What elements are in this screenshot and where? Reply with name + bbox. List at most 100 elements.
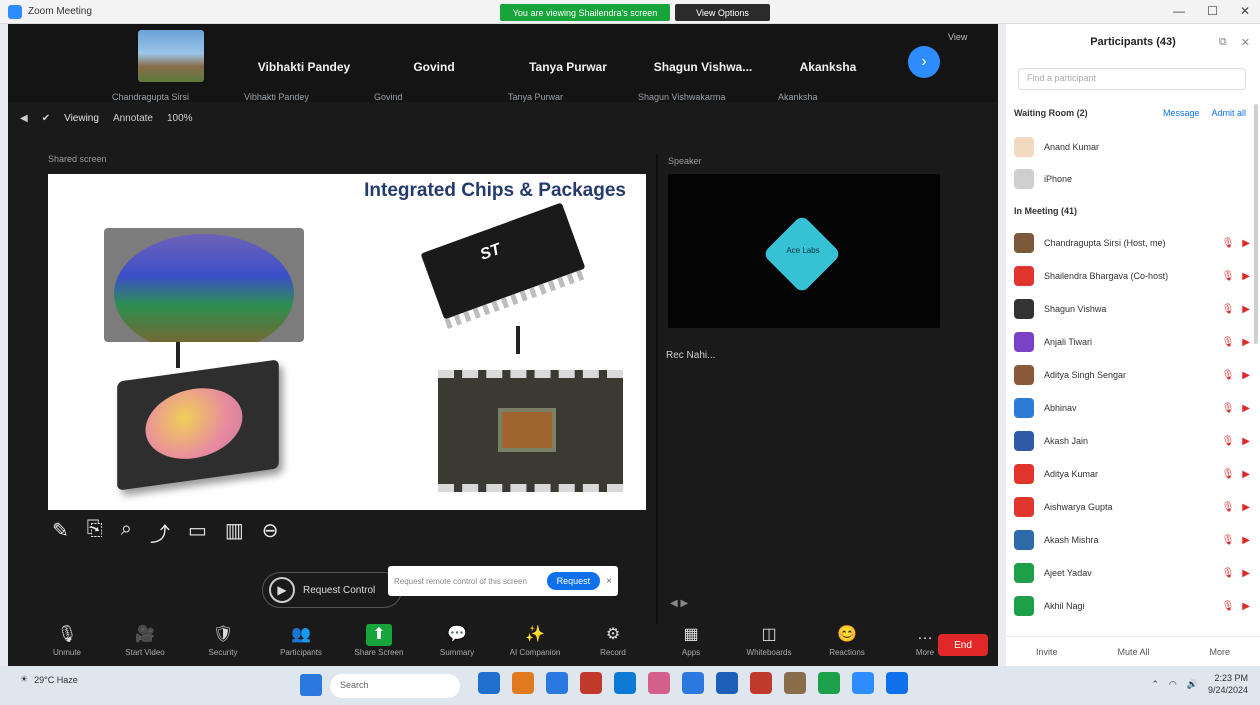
copy-icon[interactable]: ▥ [225,518,244,547]
wifi-icon[interactable]: ◠ [1169,679,1177,690]
taskbar-app-icon[interactable] [852,672,874,694]
participant-row[interactable]: Shagun Vishwa 🎙 ▶ [1014,294,1250,324]
toolbar-item[interactable]: 💬 Summary [418,624,496,657]
taskbar-app-icon[interactable] [546,672,568,694]
panel-scrollbar[interactable] [1254,104,1258,344]
mic-muted-icon[interactable]: 🎙 [1222,370,1235,381]
taskbar-app-icon[interactable] [818,672,840,694]
chevron-up-icon[interactable]: ⌃ [1151,679,1159,690]
pen-icon[interactable]: ✎ [52,518,69,547]
stamp-icon[interactable]: ⎘ [87,518,103,547]
mic-muted-icon[interactable]: 🎙 [1222,601,1235,612]
video-off-icon[interactable]: ▶ [1242,271,1250,282]
mic-muted-icon[interactable]: 🎙 [1222,568,1235,579]
request-control[interactable]: ▶ Request Control [262,572,402,608]
clock[interactable]: 2:23 PM 9/24/2024 [1208,672,1248,696]
mic-muted-icon[interactable]: 🎙 [1222,271,1235,282]
start-button[interactable] [300,674,322,696]
toolbar-item[interactable]: 🎙 Unmute [28,624,106,657]
popup-close-icon[interactable]: × [606,576,612,587]
toolbar-item[interactable]: 🎥 Start Video [106,624,184,657]
taskbar-app-icon[interactable] [478,672,500,694]
participant-row[interactable]: Akash Jain 🎙 ▶ [1014,426,1250,456]
participant-row[interactable]: Abhinav 🎙 ▶ [1014,393,1250,423]
mute-all-button[interactable]: Mute All [1117,647,1149,657]
taskbar-app-icon[interactable] [682,672,704,694]
mic-muted-icon[interactable]: 🎙 [1222,304,1235,315]
participant-tile[interactable]: Govind Govind [374,30,494,102]
mic-muted-icon[interactable]: 🎙 [1222,403,1235,414]
taskbar-app-icon[interactable] [614,672,636,694]
pin-icon[interactable]: ✔ [42,113,50,124]
video-off-icon[interactable]: ▶ [1242,502,1250,513]
mic-muted-icon[interactable]: 🎙 [1222,337,1235,348]
request-button[interactable]: Request [546,572,601,590]
zoom-icon[interactable]: ⌕ [121,518,132,547]
mic-muted-icon[interactable]: 🎙 [1222,502,1235,513]
video-off-icon[interactable]: ▶ [1242,601,1250,612]
participant-row[interactable]: Akhil Nagi 🎙 ▶ [1014,591,1250,621]
waiting-row[interactable]: Anand Kumar [1014,132,1250,162]
toolbar-item[interactable]: ◫ Whiteboards [730,624,808,657]
viewing-label[interactable]: Viewing [64,113,99,124]
participant-row[interactable]: Shailendra Bhargava (Co-host) 🎙 ▶ [1014,261,1250,291]
participant-row[interactable]: Aishwarya Gupta 🎙 ▶ [1014,492,1250,522]
maximize-icon[interactable]: ☐ [1207,4,1218,18]
more-button[interactable]: More [1209,647,1230,657]
toolbar-item[interactable]: 👥 Participants [262,624,340,657]
mic-muted-icon[interactable]: 🎙 [1222,238,1235,249]
close-icon[interactable]: ✕ [1240,4,1250,18]
minus-icon[interactable]: ⊖ [262,518,279,547]
panel-divider[interactable] [656,154,658,634]
pointer-icon[interactable]: ⤴ [150,518,170,547]
toolbar-item[interactable]: ⚙ Record [574,624,652,657]
waiting-room-header[interactable]: Waiting Room (2) [1014,108,1088,118]
taskbar-app-icon[interactable] [886,672,908,694]
video-off-icon[interactable]: ▶ [1242,403,1250,414]
taskbar-app-icon[interactable] [784,672,806,694]
weather-widget[interactable]: ☀ 29°C Haze [20,674,78,685]
admit-all-button[interactable]: Admit all [1211,108,1246,118]
participant-tile[interactable]: Vibhakti Pandey Vibhakti Pandey [244,30,364,102]
back-icon[interactable]: ◀ [20,113,28,124]
invite-button[interactable]: Invite [1036,647,1058,657]
participant-tile[interactable]: Shagun Vishwa... Shagun Vishwakarma [638,30,768,102]
nav-arrows[interactable]: ◀ ▶ [670,598,688,609]
taskbar-app-icon[interactable] [512,672,534,694]
taskbar-app-icon[interactable] [648,672,670,694]
taskbar-app-icon[interactable] [716,672,738,694]
zoom-level[interactable]: 100% [167,113,193,124]
taskbar-app-icon[interactable] [580,672,602,694]
participant-tile[interactable]: Chandragupta Sirsi [112,30,208,102]
participant-row[interactable]: Aditya Singh Sengar 🎙 ▶ [1014,360,1250,390]
mic-muted-icon[interactable]: 🎙 [1222,469,1235,480]
video-off-icon[interactable]: ▶ [1242,238,1250,249]
participant-tile[interactable]: Tanya Purwar Tanya Purwar [508,30,628,102]
mic-muted-icon[interactable]: 🎙 [1222,535,1235,546]
video-off-icon[interactable]: ▶ [1242,436,1250,447]
in-meeting-header[interactable]: In Meeting (41) [1014,206,1077,216]
toolbar-item[interactable]: 😊 Reactions [808,624,886,657]
participant-row[interactable]: Chandragupta Sirsi (Host, me) 🎙 ▶ [1014,228,1250,258]
view-options-button[interactable]: View Options [675,4,770,21]
participant-row[interactable]: Akash Mishra 🎙 ▶ [1014,525,1250,555]
panel-close-icon[interactable]: ✕ [1241,36,1250,49]
next-page-icon[interactable]: › [908,46,940,78]
toolbar-item[interactable]: ▦ Apps [652,624,730,657]
video-off-icon[interactable]: ▶ [1242,304,1250,315]
minimize-icon[interactable]: — [1173,4,1185,18]
participant-search-input[interactable]: Find a participant [1018,68,1246,90]
waiting-row[interactable]: iPhone [1014,164,1250,194]
message-button[interactable]: Message [1163,108,1200,118]
toolbar-item[interactable]: ⬆ Share Screen [340,624,418,657]
participant-row[interactable]: Aditya Kumar 🎙 ▶ [1014,459,1250,489]
video-off-icon[interactable]: ▶ [1242,469,1250,480]
participant-tile[interactable]: Akanksha Akanksha [778,30,878,102]
participant-row[interactable]: Ajeet Yadav 🎙 ▶ [1014,558,1250,588]
frame-icon[interactable]: ▭ [188,518,207,547]
taskbar-app-icon[interactable] [750,672,772,694]
annotate-button[interactable]: Annotate [113,113,153,124]
video-off-icon[interactable]: ▶ [1242,370,1250,381]
toolbar-item[interactable]: 🛡 Security [184,624,262,657]
mic-muted-icon[interactable]: 🎙 [1222,436,1235,447]
